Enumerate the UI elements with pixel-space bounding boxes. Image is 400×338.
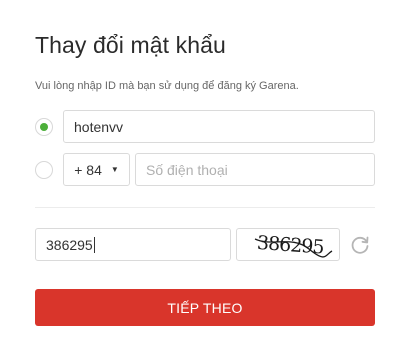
id-radio-button[interactable] [35,118,53,136]
text-cursor [93,236,95,253]
divider [35,207,375,208]
page-title: Thay đổi mật khẩu [35,32,226,58]
phone-input-placeholder: Số điện thoại [146,161,228,178]
id-input-value: hotenvv [74,118,124,135]
submit-button[interactable]: TIẾP THEO [35,289,375,326]
refresh-icon[interactable] [349,234,371,256]
captcha-input[interactable]: 386295 [35,228,231,261]
id-input[interactable]: hotenvv [63,110,375,143]
captcha-image-text: 386295 [256,232,324,259]
phone-radio-button[interactable] [35,161,53,179]
captcha-input-value: 386295 [46,236,93,253]
submit-button-label: TIẾP THEO [167,299,243,316]
phone-input[interactable]: Số điện thoại [135,153,375,186]
captcha-image: 386295 [236,228,340,261]
country-code-select[interactable]: + 84 ▼ [63,153,130,186]
chevron-down-icon: ▼ [110,165,119,174]
page-subtitle: Vui lòng nhập ID mà bạn sử dụng để đăng … [35,80,299,92]
country-code-value: + 84 [74,161,102,178]
